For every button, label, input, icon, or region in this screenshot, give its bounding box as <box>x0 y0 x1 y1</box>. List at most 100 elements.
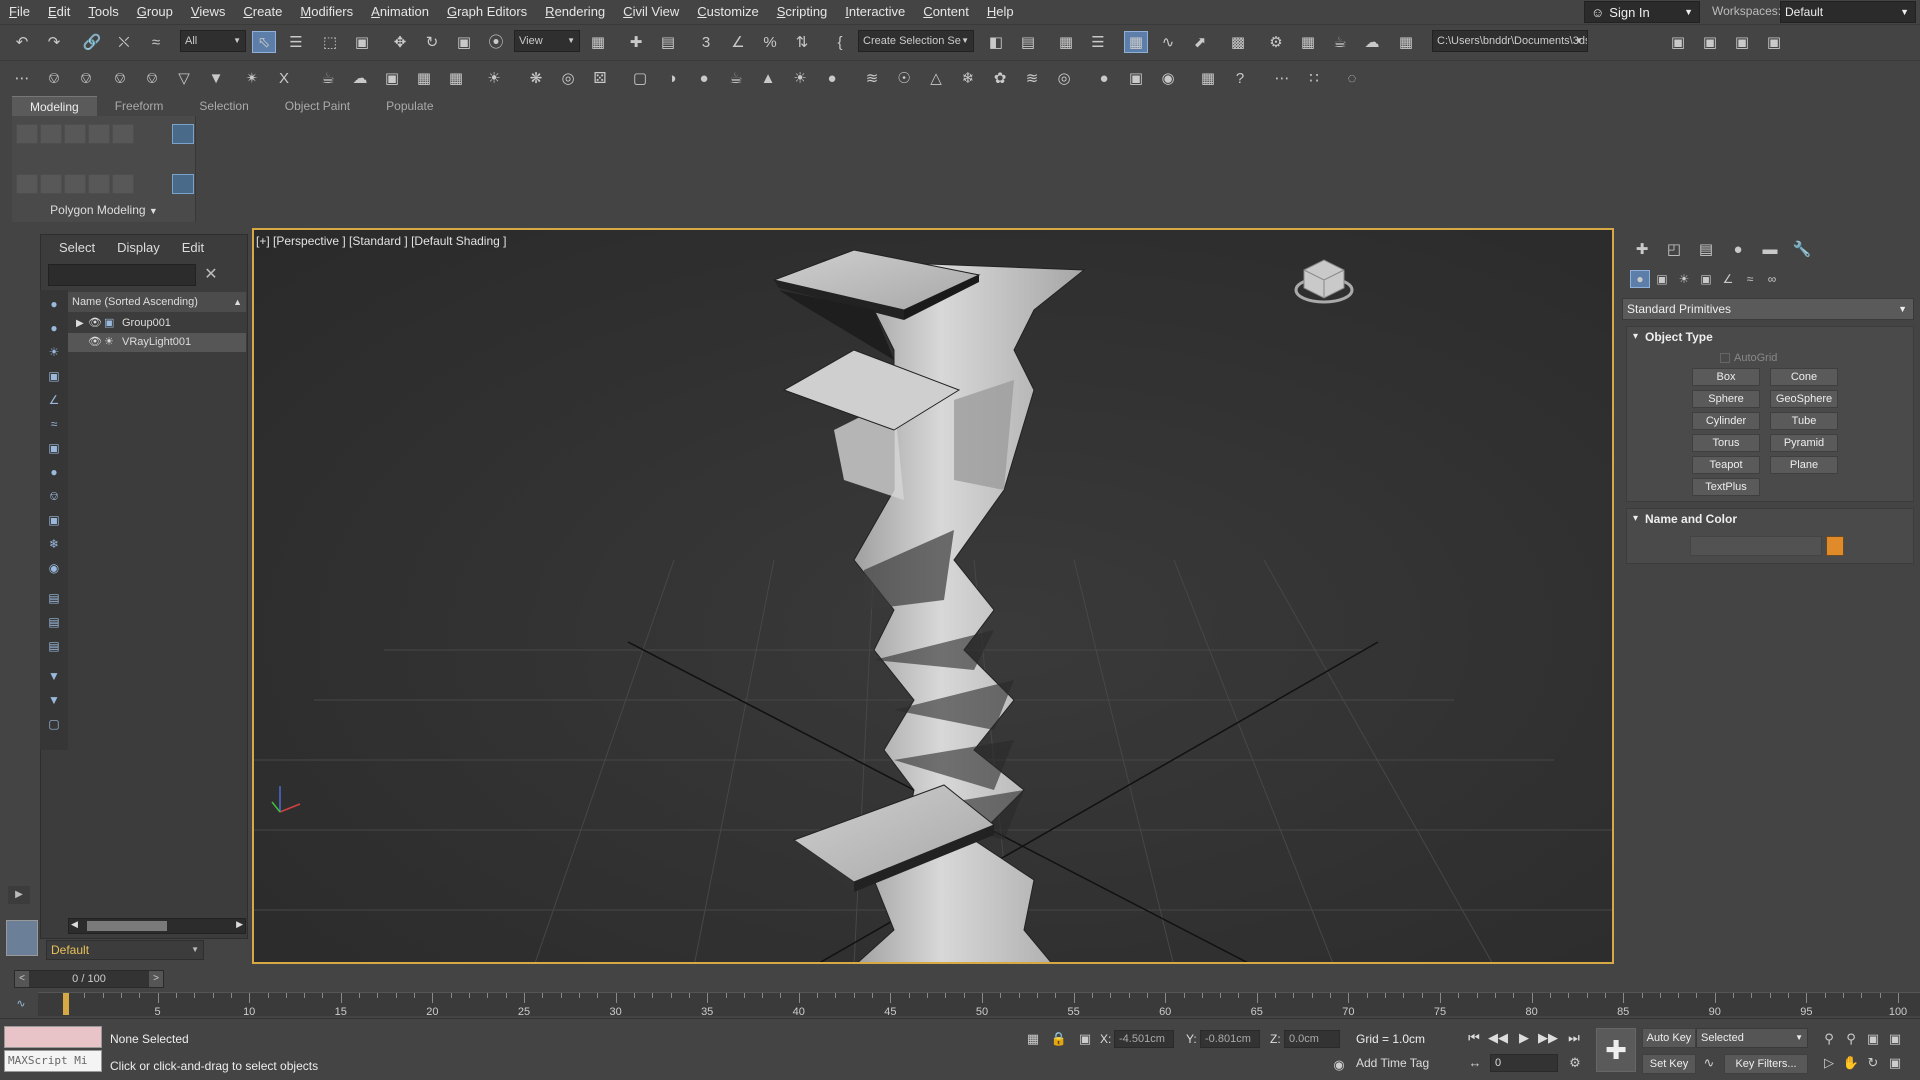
key-tangent-icon[interactable]: ∿ <box>1700 1054 1718 1072</box>
maximize-viewport-icon[interactable]: ▣ <box>1886 1054 1904 1072</box>
mesh-light-icon[interactable]: ☕ <box>724 67 748 89</box>
x-coordinate-field[interactable]: -4.501cm <box>1114 1030 1174 1048</box>
material-editor-icon[interactable]: ▩ <box>1226 31 1250 53</box>
time-slider[interactable]: < 0 / 100 > <box>14 970 164 988</box>
shapes-icon[interactable]: ▣ <box>1652 270 1672 288</box>
layer-explorer-icon[interactable]: ▦ <box>1054 31 1078 53</box>
keyboard-shortcut-icon[interactable]: ▤ <box>656 31 680 53</box>
visibility-eye-icon[interactable]: 👁 <box>88 333 102 352</box>
cameras-icon[interactable]: ▣ <box>1696 270 1716 288</box>
menu-rendering[interactable]: Rendering <box>536 0 614 24</box>
rendered-frame-icon[interactable]: ▦ <box>1296 31 1320 53</box>
z-coordinate-field[interactable]: 0.0cm <box>1284 1030 1340 1048</box>
field-of-view-icon[interactable]: ▷ <box>1820 1054 1838 1072</box>
project-folder-icon[interactable]: ▣ <box>1666 31 1690 53</box>
plane-button[interactable]: Plane <box>1770 456 1838 474</box>
viewcube[interactable] <box>1294 259 1354 304</box>
menu-graph-editors[interactable]: Graph Editors <box>438 0 536 24</box>
pyramid-button[interactable]: Pyramid <box>1770 434 1838 452</box>
dots-grid-icon[interactable]: ⋯ <box>1270 67 1294 89</box>
cloud-icon[interactable]: ☁ <box>348 67 372 89</box>
frame-icon[interactable]: ▣ <box>380 67 404 89</box>
go-to-end-icon[interactable]: ⏭ <box>1564 1028 1584 1048</box>
percent-snap-icon[interactable]: % <box>758 31 782 53</box>
hidden-filter-icon[interactable]: ◉ <box>46 560 62 576</box>
frozen-filter-icon[interactable]: ❄ <box>46 536 62 552</box>
select-by-name-icon[interactable]: ☰ <box>284 31 308 53</box>
hair-icon[interactable]: ≋ <box>1020 67 1044 89</box>
reference-coordinate-dropdown[interactable]: View ▼ <box>514 30 580 52</box>
time-config-icon[interactable]: ⚙ <box>1566 1054 1584 1072</box>
redo-icon[interactable]: ↷ <box>42 31 66 53</box>
ribbon-tab-populate[interactable]: Populate <box>368 96 451 116</box>
vfb-icon[interactable]: ◉ <box>1156 67 1180 89</box>
scene-explorer-menu-select[interactable]: Select <box>48 238 106 258</box>
key-mode-dropdown[interactable]: Selected ▼ <box>1696 1028 1808 1048</box>
ribbon-toggle-icon[interactable]: ☰ <box>1086 31 1110 53</box>
menu-group[interactable]: Group <box>128 0 182 24</box>
next-frame-icon[interactable]: > <box>149 971 163 987</box>
zoom-all-icon[interactable]: ⚲ <box>1842 1030 1860 1048</box>
ribbon-tab-object-paint[interactable]: Object Paint <box>267 96 368 116</box>
constraint-2-icon[interactable]: X <box>272 67 296 89</box>
light-bulb-icon[interactable]: ☀ <box>482 67 506 89</box>
lock-icon[interactable]: 🔒 <box>1050 1030 1068 1048</box>
select-manipulate-icon[interactable]: ✚ <box>624 31 648 53</box>
angle-snap-icon[interactable]: ∠ <box>726 31 750 53</box>
tube-button[interactable]: Tube <box>1770 412 1838 430</box>
object-name-input[interactable] <box>1690 536 1822 556</box>
menu-civil-view[interactable]: Civil View <box>614 0 688 24</box>
set-keys-icon[interactable]: ✚ <box>1596 1028 1636 1072</box>
groups-filter-icon[interactable]: ▣ <box>46 440 62 456</box>
tree-row[interactable]: ▶ 👁 ▣ Group001 <box>68 314 246 333</box>
ribbon-tool-1[interactable] <box>16 124 38 144</box>
xrefs-filter-icon[interactable]: ● <box>46 464 62 480</box>
menu-animation[interactable]: Animation <box>362 0 438 24</box>
bones-filter-icon[interactable]: ⎊ <box>46 488 62 504</box>
align-icon[interactable]: ▤ <box>1016 31 1040 53</box>
properties-icon[interactable]: ▤ <box>46 590 62 606</box>
plant-icon[interactable]: ✿ <box>988 67 1012 89</box>
undo-icon[interactable]: ↶ <box>10 31 34 53</box>
modify-tab-icon[interactable]: ◰ <box>1662 238 1686 260</box>
scene-explorer-column-header[interactable]: Name (Sorted Ascending) ▲ <box>68 292 246 312</box>
edit-named-selection-icon[interactable]: { <box>828 31 852 53</box>
table-icon[interactable]: ▦ <box>412 67 436 89</box>
perspective-viewport[interactable] <box>252 228 1614 964</box>
project-folder-3-icon[interactable]: ▣ <box>1730 31 1754 53</box>
ik-icon[interactable]: ⎊ <box>74 67 98 89</box>
time-cursor[interactable] <box>63 993 69 1015</box>
bind-space-warp-icon[interactable]: ≈ <box>144 31 168 53</box>
motion-tab-icon[interactable]: ● <box>1726 238 1750 260</box>
ribbon-tool-9[interactable] <box>88 174 110 194</box>
ribbon-tool-6[interactable] <box>16 174 38 194</box>
render-icon[interactable]: ☕ <box>1328 31 1352 53</box>
ribbon-tool-4[interactable] <box>88 124 110 144</box>
ribbon-stack-icon[interactable] <box>172 124 194 144</box>
cylinder-button[interactable]: Cylinder <box>1692 412 1760 430</box>
previous-key-icon[interactable]: ◀◀ <box>1488 1028 1508 1048</box>
next-key-icon[interactable]: ▶▶ <box>1538 1028 1558 1048</box>
horizontal-scrollbar[interactable]: ◀ ▶ <box>68 918 246 934</box>
teapot-icon[interactable]: ☕ <box>316 67 340 89</box>
vertex-2-icon[interactable]: ▼ <box>204 67 228 89</box>
spinner-snap-icon[interactable]: ⇅ <box>790 31 814 53</box>
snap-toggle-icon[interactable]: 3 <box>694 31 718 53</box>
mirror-icon[interactable]: ◧ <box>984 31 1008 53</box>
layer-color-icon[interactable] <box>6 920 38 956</box>
align-dots-icon[interactable]: ∷ <box>1302 67 1326 89</box>
menu-modifiers[interactable]: Modifiers <box>291 0 362 24</box>
scale-icon[interactable]: ▣ <box>452 31 476 53</box>
render-cloud-icon[interactable]: ☁ <box>1360 31 1384 53</box>
scroll-right-icon[interactable]: ▶ <box>236 919 243 930</box>
ribbon-tool-7[interactable] <box>40 174 62 194</box>
pose-icon[interactable]: ⎊ <box>108 67 132 89</box>
displacement-icon[interactable]: ☉ <box>892 67 916 89</box>
go-to-start-icon[interactable]: ⏮ <box>1464 1028 1484 1048</box>
menu-create[interactable]: Create <box>234 0 291 24</box>
schematic-view-icon[interactable]: ⬈ <box>1188 31 1212 53</box>
ribbon-tool-3[interactable] <box>64 124 86 144</box>
texture-icon[interactable]: ◎ <box>1052 67 1076 89</box>
geometry-filter-icon[interactable]: ● <box>46 320 62 336</box>
object-type-header[interactable]: Object Type <box>1627 327 1913 347</box>
